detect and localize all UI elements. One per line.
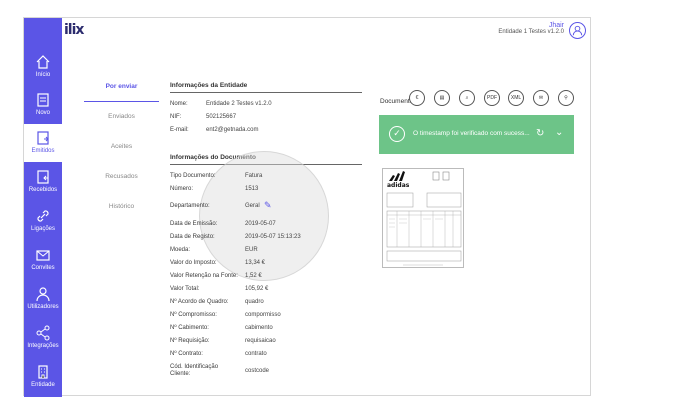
link-icon bbox=[37, 210, 49, 222]
xml-icon[interactable]: XML bbox=[508, 90, 524, 106]
new-document-icon bbox=[37, 93, 49, 107]
sidebar-item-novo[interactable]: Novo bbox=[24, 86, 62, 124]
sidebar-item-integracoes[interactable]: Integrações bbox=[24, 319, 62, 357]
email-icon[interactable]: ✉ bbox=[533, 90, 549, 106]
envelope-icon bbox=[36, 250, 50, 261]
sidebar-item-label: Convites bbox=[31, 265, 55, 271]
document-thumbnail[interactable]: adidas bbox=[382, 168, 474, 272]
avatar-icon[interactable] bbox=[569, 22, 586, 39]
user-info[interactable]: Jhair Entidade 1 Testes v1.2.0 bbox=[498, 22, 564, 35]
link-icon[interactable]: ⚲ bbox=[558, 90, 574, 106]
chevron-down-icon[interactable]: ⌄ bbox=[555, 127, 563, 138]
pdf-icon[interactable]: PDF bbox=[484, 90, 500, 106]
sidebar-item-utilizadores[interactable]: Utilizadores bbox=[24, 280, 62, 318]
user-name: Jhair bbox=[548, 22, 564, 29]
home-icon bbox=[36, 55, 50, 69]
sidebar-item-label: Emitidos bbox=[31, 148, 55, 154]
sidebar-item-recebidos[interactable]: Recebidos bbox=[24, 163, 62, 201]
sidebar-item-label: Recebidos bbox=[28, 187, 58, 193]
refresh-icon[interactable]: ↻ bbox=[536, 128, 544, 139]
svg-text:adidas: adidas bbox=[387, 182, 410, 189]
sidebar-item-inicio[interactable]: Início bbox=[24, 48, 62, 86]
banner-message: O timestamp foi verificado com sucess... bbox=[413, 130, 530, 137]
timestamp-success-banner: ✓ O timestamp foi verificado com sucess.… bbox=[379, 115, 574, 154]
sidebar-item-label: Início bbox=[35, 72, 51, 78]
received-document-icon bbox=[37, 170, 49, 184]
invoice-page-preview: adidas bbox=[382, 168, 464, 268]
tab-enviados[interactable]: Enviados bbox=[84, 102, 159, 132]
app-logo[interactable]: ilix bbox=[64, 22, 100, 42]
search-icon[interactable]: ⌕ bbox=[459, 90, 475, 106]
issued-document-icon bbox=[37, 131, 49, 145]
euro-icon[interactable]: € bbox=[409, 90, 425, 106]
building-icon bbox=[38, 365, 48, 379]
entity-info-title: Informações da Entidade bbox=[170, 82, 362, 93]
sidebar-item-label: Utilizadores bbox=[27, 304, 59, 310]
share-icon bbox=[36, 325, 50, 341]
edit-pencil-icon[interactable]: ✎ bbox=[264, 200, 272, 211]
tab-recusados[interactable]: Recusados bbox=[84, 162, 159, 192]
sidebar-item-label: Entidade bbox=[31, 382, 55, 388]
app-window: Início Novo Emitidos Recebidos Ligações … bbox=[23, 17, 591, 397]
tab-por-enviar[interactable]: Por enviar bbox=[84, 72, 159, 102]
check-icon: ✓ bbox=[389, 126, 405, 142]
sidebar-item-emitidos[interactable]: Emitidos bbox=[24, 124, 62, 162]
sidebar-item-label: Integrações bbox=[27, 343, 59, 349]
copy-icon[interactable]: ▤ bbox=[434, 90, 450, 106]
sidebar-item-convites[interactable]: Convites bbox=[24, 241, 62, 279]
user-icon bbox=[36, 287, 50, 302]
status-tabs: Por enviar Enviados Aceites Recusados Hi… bbox=[84, 72, 159, 222]
sidebar-item-label: Novo bbox=[35, 110, 50, 116]
adidas-logo-icon: adidas bbox=[386, 171, 462, 266]
sidebar-item-entidade[interactable]: Entidade bbox=[24, 358, 62, 396]
sidebar: Início Novo Emitidos Recebidos Ligações … bbox=[24, 18, 62, 397]
sidebar-item-ligacoes[interactable]: Ligações bbox=[24, 202, 62, 240]
sidebar-item-label: Ligações bbox=[30, 226, 56, 232]
tab-historico[interactable]: Histórico bbox=[84, 192, 159, 222]
tab-aceites[interactable]: Aceites bbox=[84, 132, 159, 162]
user-entity: Entidade 1 Testes v1.2.0 bbox=[498, 29, 564, 35]
